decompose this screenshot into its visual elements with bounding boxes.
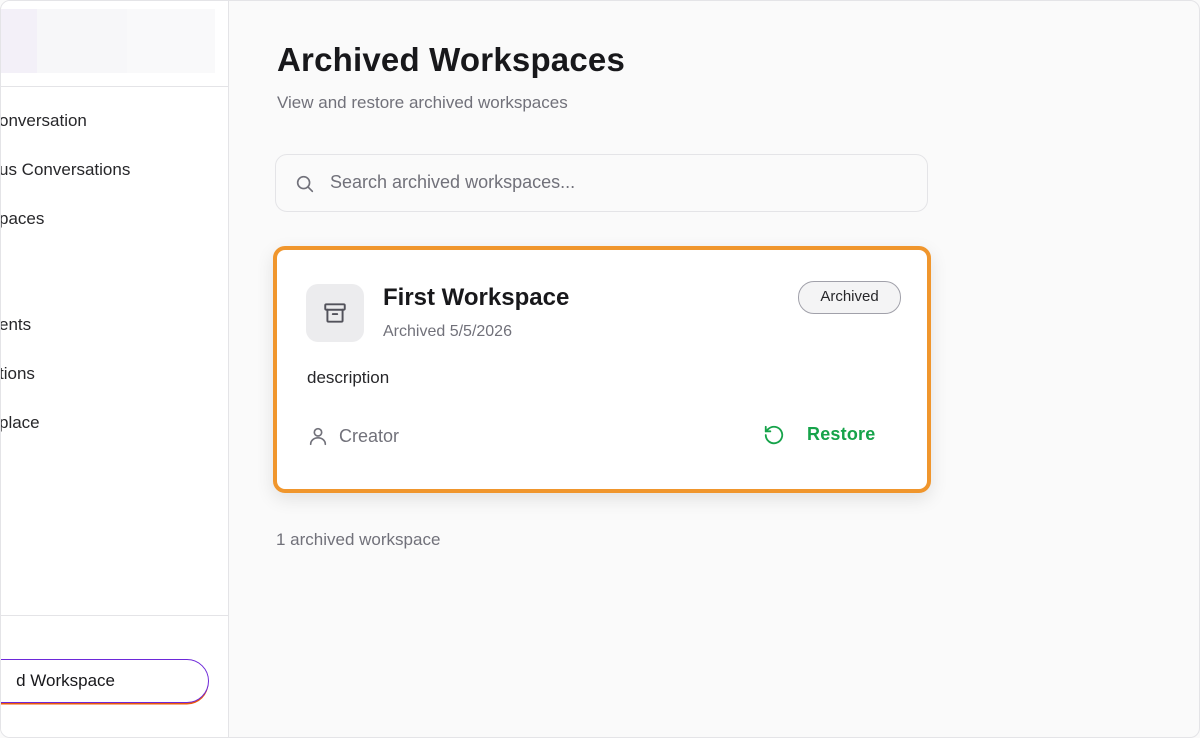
logo-placeholder bbox=[127, 9, 215, 73]
sidebar-item-previous-conversations[interactable]: us Conversations bbox=[1, 156, 225, 184]
sidebar: onversation us Conversations paces ents … bbox=[1, 1, 229, 737]
sidebar-item-new-conversation[interactable]: onversation bbox=[1, 107, 225, 135]
status-badge: Archived bbox=[798, 281, 901, 314]
sidebar-item-marketplace[interactable]: place bbox=[1, 409, 225, 437]
workspace-name: First Workspace bbox=[383, 284, 570, 311]
workspace-description: description bbox=[307, 368, 390, 387]
sidebar-header bbox=[1, 1, 228, 87]
sidebar-item-agents[interactable]: ents bbox=[1, 311, 225, 339]
search-input[interactable] bbox=[330, 155, 910, 210]
logo-placeholder bbox=[37, 9, 127, 73]
sidebar-item-workspaces[interactable]: paces bbox=[1, 205, 225, 233]
workspace-creator: Creator bbox=[339, 426, 400, 446]
logo[interactable] bbox=[1, 9, 37, 73]
page-subtitle: View and restore archived workspaces bbox=[277, 93, 568, 112]
app-window: onversation us Conversations paces ents … bbox=[0, 0, 1200, 738]
restore-button[interactable]: Restore bbox=[749, 415, 899, 455]
archive-box-icon bbox=[324, 303, 346, 323]
search-box bbox=[275, 154, 928, 212]
rotate-ccw-icon bbox=[764, 425, 784, 445]
workspace-archived-date: Archived 5/5/2026 bbox=[383, 323, 512, 340]
search-icon bbox=[296, 175, 314, 193]
sidebar-footer: d Workspace bbox=[1, 615, 228, 737]
workspace-icon-box bbox=[306, 284, 364, 342]
page-title: Archived Workspaces bbox=[277, 41, 626, 78]
new-workspace-button[interactable]: d Workspace bbox=[1, 659, 209, 703]
restore-label: Restore bbox=[807, 424, 876, 444]
user-icon bbox=[309, 427, 327, 446]
sidebar-item-integrations[interactable]: tions bbox=[1, 360, 225, 388]
workspace-card: First Workspace Archived 5/5/2026 Archiv… bbox=[273, 246, 931, 493]
archived-count: 1 archived workspace bbox=[276, 530, 441, 549]
